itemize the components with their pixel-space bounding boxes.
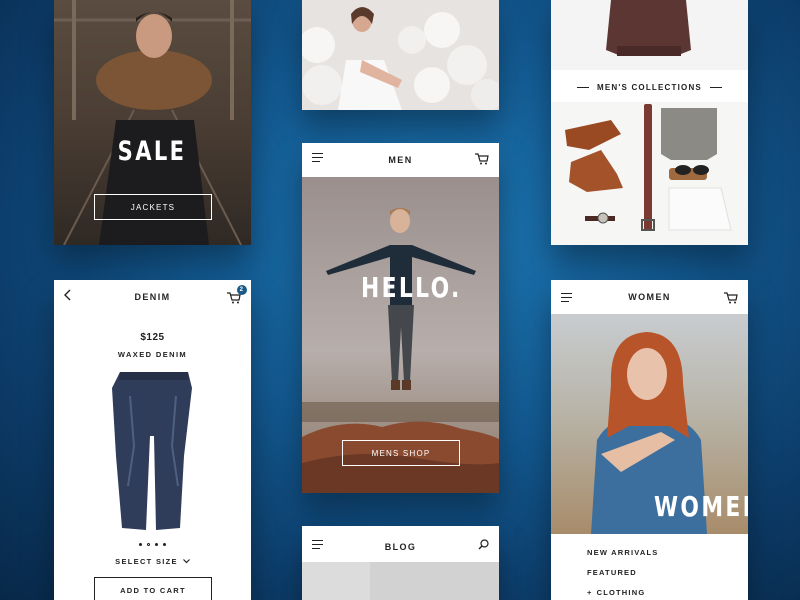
blog-hero-image	[302, 562, 499, 600]
carousel-dot[interactable]	[147, 543, 150, 546]
women-navbar: WOMEN	[551, 280, 748, 314]
hamburger-icon[interactable]	[561, 293, 572, 302]
cart-icon[interactable]	[475, 153, 489, 167]
add-to-cart-button[interactable]: ADD TO CART	[94, 577, 212, 600]
men-nav-title: MEN	[388, 155, 413, 165]
flatlay-image	[551, 102, 748, 245]
men-navbar: MEN	[302, 143, 499, 177]
collections-title: MEN'S COLLECTIONS	[551, 78, 748, 96]
cart-badge: 2	[237, 285, 247, 295]
carousel-dot[interactable]	[139, 543, 142, 546]
women-nav-title: WOMEN	[628, 292, 671, 302]
hello-headline: HELLO.	[361, 271, 462, 304]
menu-item-featured[interactable]: FEATURED	[587, 566, 737, 586]
mens-shop-button[interactable]: MENS SHOP	[342, 440, 460, 466]
men-screen: MEN HELLO. MENS SHOP	[302, 143, 499, 493]
jackets-button[interactable]: JACKETS	[94, 194, 212, 220]
hamburger-icon[interactable]	[312, 153, 323, 162]
women-headline: WOMEN	[654, 490, 748, 523]
collections-title-text: MEN'S COLLECTIONS	[597, 82, 702, 92]
blog-screen: BLOG	[302, 526, 499, 600]
blog-nav-title: BLOG	[384, 542, 417, 552]
cart-icon[interactable]	[724, 292, 738, 306]
search-icon[interactable]	[478, 539, 489, 552]
plus-icon: +	[587, 588, 593, 597]
product-price: $125	[140, 332, 165, 343]
collections-screen: MEN'S COLLECTIONS	[551, 0, 748, 245]
select-size-label: SELECT SIZE	[115, 557, 178, 566]
carousel-dot[interactable]	[155, 543, 158, 546]
select-size-dropdown[interactable]: SELECT SIZE	[54, 557, 251, 566]
women-menu: NEW ARRIVALS FEATURED + CLOTHING	[587, 546, 737, 600]
chevron-down-icon	[182, 559, 190, 564]
product-name: WAXED DENIM	[117, 350, 188, 359]
sweater-image	[551, 0, 748, 70]
blog-navbar: BLOG	[302, 526, 499, 560]
balloons-hero-image	[302, 0, 499, 110]
menu-item-clothing[interactable]: + CLOTHING	[587, 586, 737, 600]
menu-item-new-arrivals[interactable]: NEW ARRIVALS	[587, 546, 737, 566]
denim-navbar: DENIM 2	[54, 280, 251, 314]
sale-headline: SALE	[117, 136, 187, 167]
menu-item-clothing-label: CLOTHING	[596, 588, 646, 597]
carousel-dots	[54, 543, 251, 546]
back-chevron-icon[interactable]	[64, 289, 72, 303]
cart-icon[interactable]: 2	[227, 285, 247, 306]
denim-screen: DENIM 2 $125 WAXED DENIM SELECT SIZE ADD…	[54, 280, 251, 600]
jeans-image	[112, 372, 192, 530]
hamburger-icon[interactable]	[312, 540, 323, 549]
sale-screen: SALE JACKETS	[54, 0, 251, 245]
women-screen: WOMEN WOMEN NEW ARRIVALS FEATURED + CLOT…	[551, 280, 748, 600]
carousel-dot[interactable]	[163, 543, 166, 546]
denim-nav-title: DENIM	[134, 292, 171, 302]
balloons-screen	[302, 0, 499, 110]
